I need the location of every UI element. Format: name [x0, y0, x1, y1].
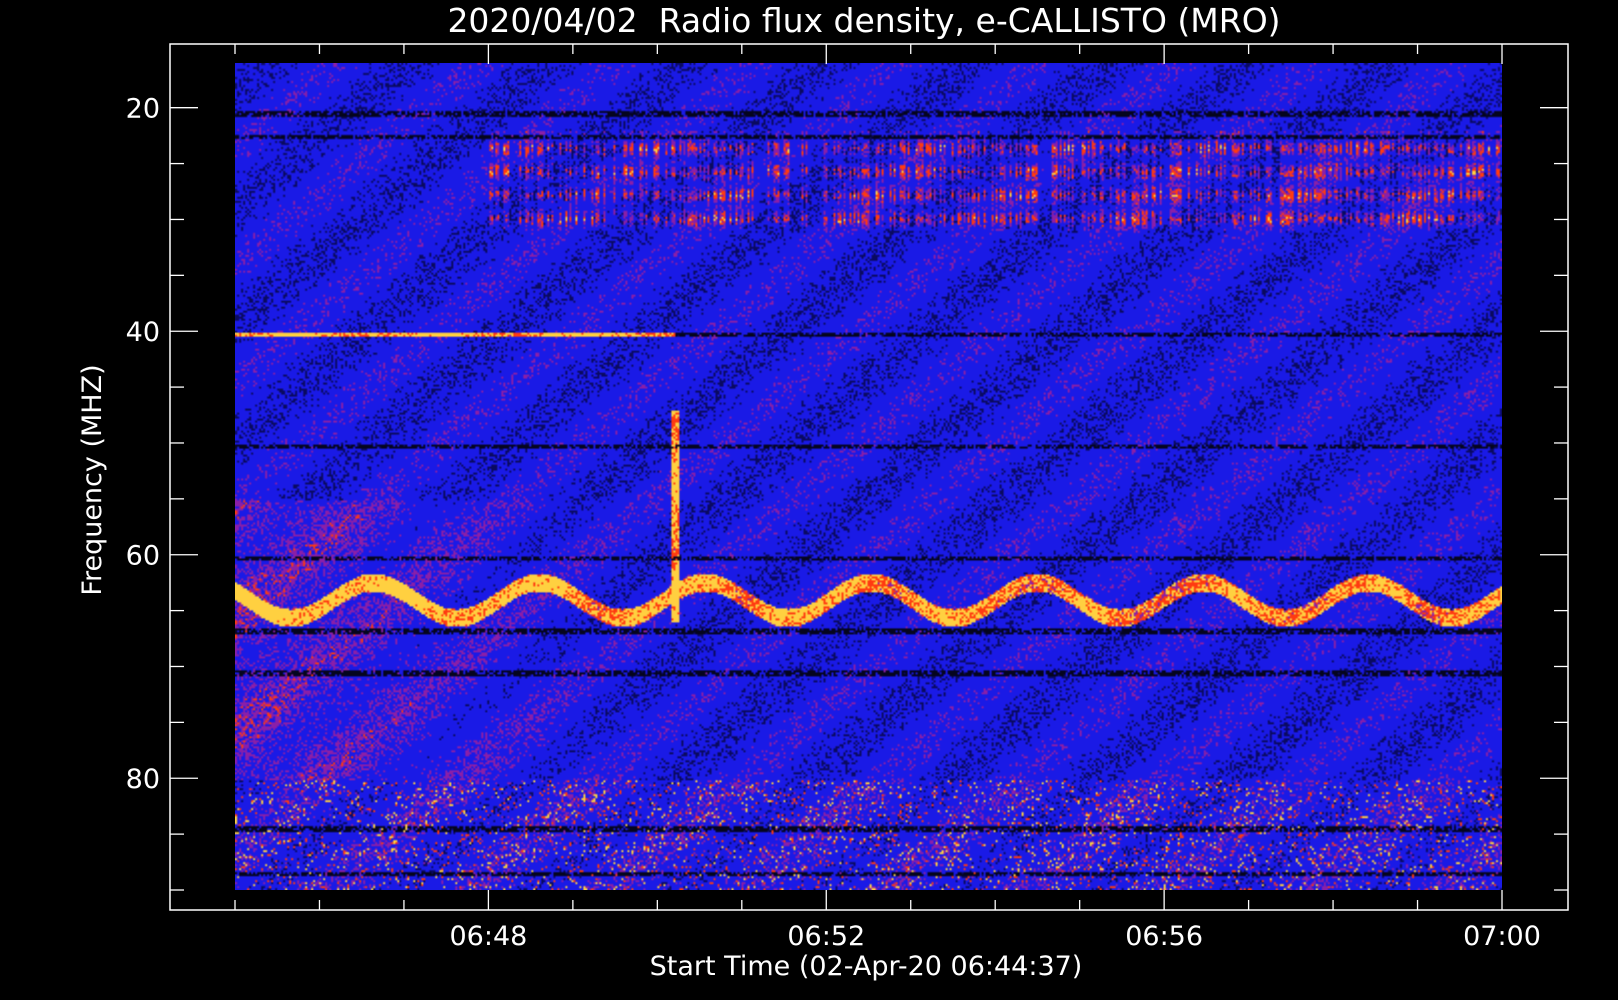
x-tick-label: 06:48	[449, 921, 527, 952]
x-tick-label: 06:56	[1125, 921, 1203, 952]
chart-title: 2020/04/02 Radio flux density, e-CALLIST…	[447, 1, 1280, 40]
y-tick-label: 60	[126, 541, 160, 572]
y-tick-label: 40	[126, 317, 160, 348]
x-tick-label: 07:00	[1463, 921, 1541, 952]
y-tick-label: 20	[126, 94, 160, 125]
y-tick-label: 80	[126, 764, 160, 795]
y-axis-label: Frequency (MHZ)	[77, 364, 108, 595]
x-axis-label: Start Time (02-Apr-20 06:44:37)	[650, 951, 1083, 982]
x-tick-label: 06:52	[787, 921, 865, 952]
spectrogram-image	[235, 63, 1502, 890]
spectrogram-chart: 2020/04/02 Radio flux density, e-CALLIST…	[0, 0, 1618, 1000]
